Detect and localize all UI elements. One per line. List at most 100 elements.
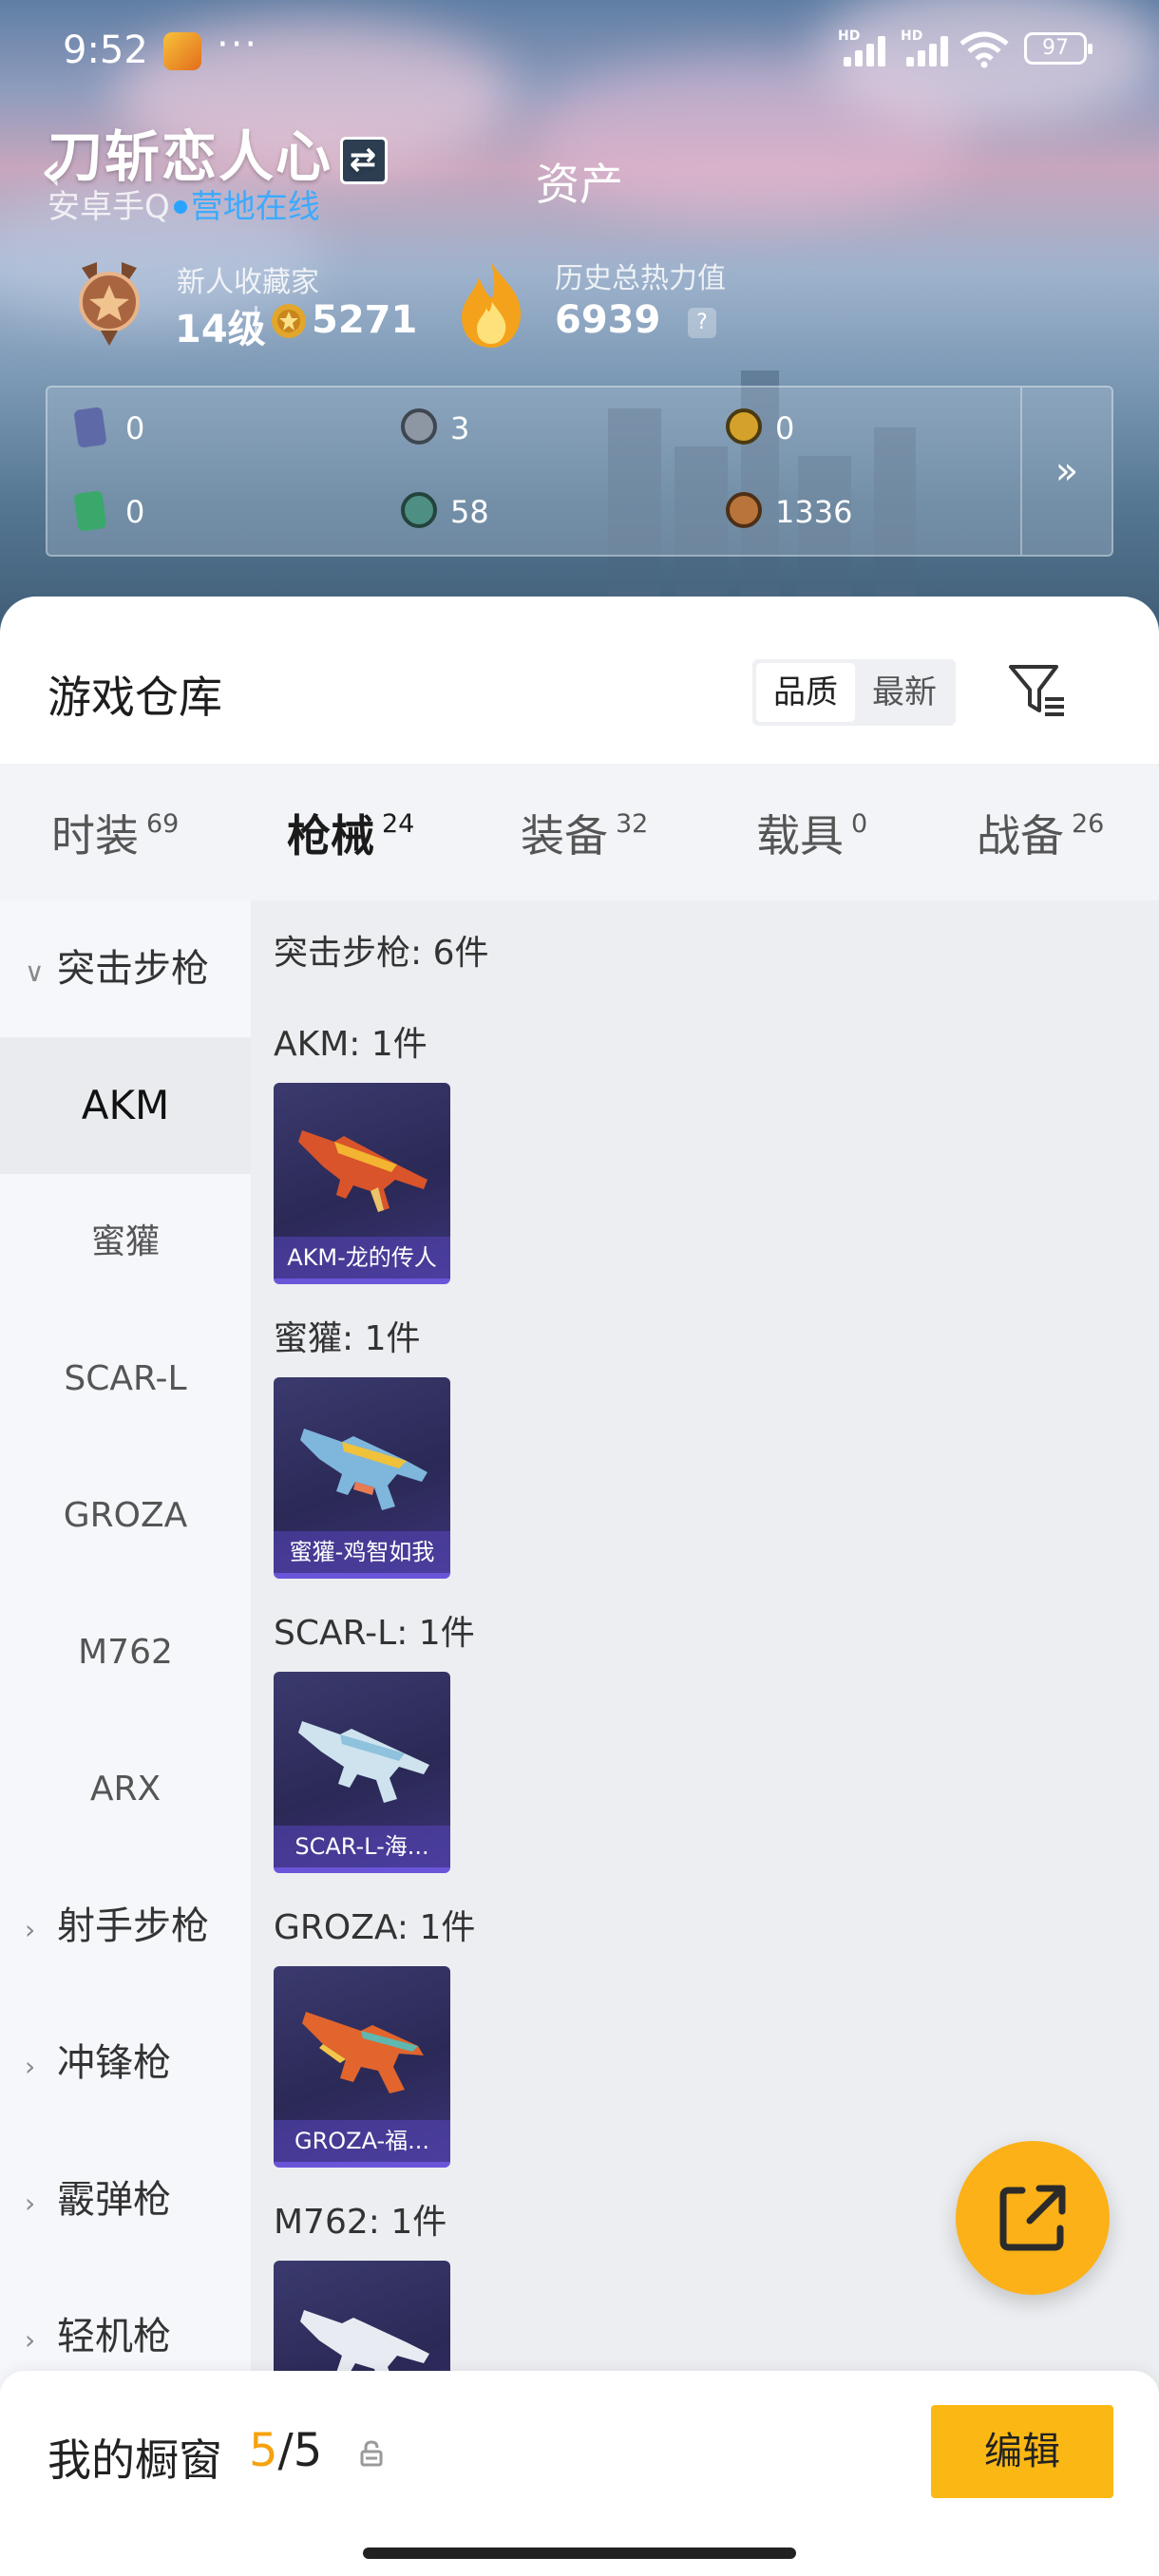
tab-count: 26 [1072,809,1105,839]
showcase-count-separator: / [277,2424,294,2477]
online-status: 营地在线 [190,188,320,226]
category-shotgun[interactable]: › 霰弹枪 [25,2131,171,2268]
tab-equipment[interactable]: 装备 32 [521,802,648,864]
category-smg[interactable]: › 冲锋枪 [25,1995,171,2131]
sidebar-item-honey-badger[interactable]: 蜜獾 [0,1174,251,1311]
app-notification-icon [163,32,201,70]
section-title: 突击步枪: 6件 [274,934,489,973]
tab-label: 枪械 [287,810,374,862]
warehouse-title: 游戏仓库 [48,672,222,723]
points-value: 5271 [312,298,418,342]
showcase-count: 5/5 [249,2424,322,2477]
category-assault-rifle[interactable]: ∨ 突击步枪 [25,900,209,1037]
collector-medal-icon[interactable] [68,258,150,348]
hd-label: HD [838,28,861,44]
share-icon [999,2185,1066,2251]
silver-coin-icon [401,408,437,445]
points-coin-icon [272,304,306,338]
asset-value: 1336 [775,494,853,530]
category-marksman-rifle[interactable]: › 射手步枪 [25,1858,209,1995]
groza-skin-image [302,2012,424,2093]
status-bar: 9:52 ··· HD HD 97 [63,23,1096,78]
akm-skin-image [298,1130,428,1212]
group-title: M762: 1件 [274,2203,447,2242]
skin-name: AKM-龙的传人 [274,1237,450,1279]
sidebar-item-m762[interactable]: M762 [0,1584,251,1721]
signal-icon: HD [901,28,952,66]
edit-button[interactable]: 编辑 [931,2405,1113,2498]
chevron-right-icon: › [25,1914,36,1945]
group-title: GROZA: 1件 [274,1908,476,1947]
showcase-label: 我的橱窗 [48,2434,222,2486]
category-label: 射手步枪 [57,1904,209,1948]
sidebar-item-arx[interactable]: ARX [0,1721,251,1858]
showcase-count-current: 5 [249,2424,278,2477]
sort-quality-button[interactable]: 品质 [756,663,855,722]
bronze-coin-icon [726,492,762,528]
category-label: 冲锋枪 [57,2041,171,2085]
category-tabs: 时装 69 枪械 24 装备 32 载具 0 战备 26 [0,764,1159,1039]
heat-value: 6939 [555,298,661,342]
tab-vehicles[interactable]: 载具 0 [756,802,867,864]
tab-label: 装备 [521,810,608,862]
asset-value: 0 [125,410,145,446]
honey-badger-skin-image [300,1429,428,1510]
share-button[interactable] [956,2141,1110,2295]
platform-line: 安卓手Q 营地在线 [48,180,320,227]
green-card-icon [73,490,107,532]
weapon-list: 突击步枪: 6件 AKM: 1件 AKM-龙的传人 蜜獾: 1件 蜜獾-鸡智如我… [251,900,1159,2576]
asset-value: 0 [775,410,795,446]
wifi-icon [960,31,1009,68]
weapon-skin-card[interactable]: AKM-龙的传人 [274,1083,450,1284]
chevron-right-icon: › [25,2051,36,2082]
tab-count: 0 [851,809,868,839]
profile-header: 9:52 ··· HD HD 97 ‹ 刀斩恋人心 ⇄ 资产 安卓手Q 营地在线 新… [0,0,1159,646]
tab-weapons[interactable]: 枪械 24 [287,802,414,864]
asset-value: 58 [450,494,489,530]
tab-count: 69 [146,809,180,839]
lock-icon [360,2440,383,2467]
sort-newest-button[interactable]: 最新 [855,663,954,722]
weapon-sidebar: ∨ 突击步枪 AKM 蜜獾 SCAR-L GROZA M762 ARX › 射手步枪… [0,900,251,2576]
status-time: 9:52 [63,28,148,72]
home-indicator[interactable] [363,2548,796,2559]
group-title: SCAR-L: 1件 [274,1614,475,1653]
chevron-down-icon: ∨ [25,957,45,988]
chevron-right-icon: › [25,2188,36,2219]
tab-supplies[interactable]: 战备 26 [977,802,1104,864]
category-label: 霰弹枪 [57,2178,171,2222]
tab-count: 32 [616,809,649,839]
level-title: 新人收藏家 [177,266,319,299]
skin-name: 蜜獾-鸡智如我 [274,1531,450,1573]
tab-count: 24 [382,809,415,839]
signal-icon: HD [838,28,889,66]
more-notifications-icon: ··· [217,23,259,66]
flame-icon [462,262,522,348]
skin-name: GROZA-福... [274,2120,450,2162]
sidebar-item-scar-l[interactable]: SCAR-L [0,1311,251,1448]
sort-toggle: 品质 最新 [752,659,956,726]
weapon-skin-card[interactable]: SCAR-L-海... [274,1672,450,1873]
scar-l-skin-image [298,1721,429,1803]
assets-panel: 0 3 0 0 58 1336 » [46,386,1113,557]
tab-costume[interactable]: 时装 69 [51,802,179,864]
battery-indicator: 97 [1024,32,1092,65]
asset-value: 3 [450,410,470,446]
more-assets-button[interactable]: » [1020,388,1112,555]
sidebar-item-groza[interactable]: GROZA [0,1448,251,1584]
card-icon [73,407,107,448]
filter-icon[interactable] [1007,661,1068,720]
help-icon[interactable]: ? [688,308,716,338]
tab-label: 战备 [977,810,1064,862]
level-value: 14级 [175,308,266,351]
gold-token-icon [726,408,762,445]
tab-label: 载具 [756,810,844,862]
sidebar-item-akm[interactable]: AKM [0,1037,251,1174]
showcase-count-total: 5 [293,2424,323,2477]
weapon-skin-card[interactable]: 蜜獾-鸡智如我 [274,1377,450,1579]
tab-label: 时装 [51,810,139,862]
category-label: 轻机枪 [57,2315,171,2358]
asset-value: 0 [125,494,145,530]
heat-label: 历史总热力值 [555,262,726,295]
weapon-skin-card[interactable]: GROZA-福... [274,1966,450,2168]
